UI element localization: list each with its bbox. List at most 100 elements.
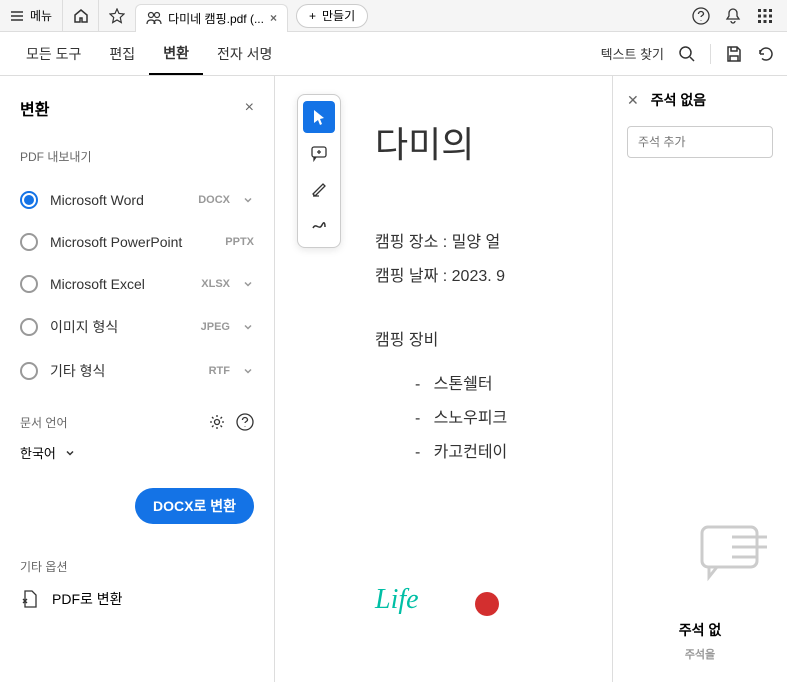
list-item: - 스노우피크 [375, 404, 592, 428]
gear-icon[interactable] [208, 413, 226, 431]
life-text: Life [375, 584, 419, 616]
notifications-button[interactable] [723, 6, 743, 26]
plus-icon: + [309, 9, 316, 23]
language-value: 한국어 [20, 443, 56, 462]
radio-word[interactable] [20, 191, 38, 209]
search-icon[interactable] [678, 45, 696, 63]
close-panel-button[interactable]: × [245, 99, 254, 117]
chevron-down-icon[interactable] [242, 194, 254, 206]
radio-image[interactable] [20, 318, 38, 336]
comments-panel: ✕ 주석 없음 주석 없 주석을 [612, 76, 787, 682]
pdf-convert-button[interactable]: PDF로 변환 [20, 589, 254, 609]
comment-icon [310, 144, 328, 162]
highlighter-icon [310, 180, 328, 198]
star-button[interactable] [99, 0, 135, 31]
comment-illustration [697, 522, 777, 582]
radio-other[interactable] [20, 362, 38, 380]
menu-button[interactable]: 메뉴 [0, 0, 63, 31]
select-tool[interactable] [303, 101, 335, 133]
document-tab[interactable]: 다미네 캠핑.pdf (... × [135, 4, 288, 32]
format-image[interactable]: 이미지 형식 JPEG [20, 305, 254, 349]
format-ext: RTF [209, 365, 230, 377]
draw-tool[interactable] [303, 209, 335, 241]
tab-edit[interactable]: 편집 [95, 32, 149, 75]
format-name: 기타 형식 [50, 361, 197, 381]
shared-icon [146, 11, 162, 25]
divider [710, 44, 711, 64]
save-icon[interactable] [725, 45, 743, 63]
format-word[interactable]: Microsoft Word DOCX [20, 179, 254, 221]
bell-icon [724, 7, 742, 25]
format-other[interactable]: 기타 형식 RTF [20, 349, 254, 393]
grid-icon [757, 8, 773, 24]
tooltabs-right: 텍스트 찾기 [601, 44, 775, 64]
export-label: PDF 내보내기 [20, 148, 254, 165]
format-excel[interactable]: Microsoft Excel XLSX [20, 263, 254, 305]
menu-label: 메뉴 [30, 7, 52, 24]
doc-place: 캠핑 장소 : 밀양 얼 [375, 228, 592, 252]
format-name: Microsoft Excel [50, 276, 189, 292]
highlight-tool[interactable] [303, 173, 335, 205]
create-label: 만들기 [322, 7, 355, 24]
cursor-icon [310, 108, 328, 126]
language-label: 문서 언어 [20, 414, 68, 431]
draw-icon [310, 216, 328, 234]
language-header: 문서 언어 [20, 413, 254, 431]
radio-excel[interactable] [20, 275, 38, 293]
pdf-icon [20, 589, 40, 609]
add-comment-input[interactable] [627, 126, 773, 158]
format-name: 이미지 형식 [50, 317, 189, 337]
chevron-down-icon[interactable] [242, 278, 254, 290]
home-button[interactable] [63, 0, 99, 31]
tab-title: 다미네 캠핑.pdf (... [168, 10, 264, 27]
comments-empty-title: 주석 없 [613, 620, 787, 640]
panel-header: 변환 × [20, 96, 254, 120]
format-ext: JPEG [201, 321, 230, 333]
list-item: - 스톤쉘터 [375, 370, 592, 394]
comments-empty: 주석 없 주석을 [613, 620, 787, 662]
hamburger-icon [10, 9, 24, 23]
search-text-button[interactable]: 텍스트 찾기 [601, 44, 664, 63]
format-powerpoint[interactable]: Microsoft PowerPoint PPTX [20, 221, 254, 263]
format-list: Microsoft Word DOCX Microsoft PowerPoint… [20, 179, 254, 393]
format-name: Microsoft PowerPoint [50, 234, 213, 250]
apps-button[interactable] [755, 6, 775, 26]
tool-tabs: 모든 도구 편집 변환 전자 서명 텍스트 찾기 [0, 32, 787, 76]
chevron-down-icon [64, 447, 76, 459]
help-icon [692, 7, 710, 25]
tab-sign[interactable]: 전자 서명 [203, 32, 286, 75]
format-ext: XLSX [201, 278, 230, 290]
tab-all-tools[interactable]: 모든 도구 [12, 32, 95, 75]
refresh-icon[interactable] [757, 45, 775, 63]
tab-convert[interactable]: 변환 [149, 32, 203, 75]
language-section: 문서 언어 한국어 [20, 413, 254, 462]
chevron-down-icon[interactable] [242, 321, 254, 333]
doc-list: - 스톤쉘터 - 스노우피크 - 카고컨테이 [375, 370, 592, 462]
close-comments-button[interactable]: ✕ [627, 92, 639, 109]
help-button[interactable] [691, 6, 711, 26]
comments-title: 주석 없음 [651, 90, 706, 110]
doc-title: 다미의 [375, 116, 592, 168]
language-selector[interactable]: 한국어 [20, 443, 254, 462]
comment-tool[interactable] [303, 137, 335, 169]
radio-powerpoint[interactable] [20, 233, 38, 251]
comments-empty-sub: 주석을 [613, 646, 787, 662]
chevron-down-icon[interactable] [242, 365, 254, 377]
star-icon [109, 8, 125, 24]
convert-panel: 변환 × PDF 내보내기 Microsoft Word DOCX Micros… [0, 76, 275, 682]
other-label: 기타 옵션 [20, 558, 254, 575]
help-icon[interactable] [236, 413, 254, 431]
tab-close-button[interactable]: × [270, 11, 277, 25]
create-button[interactable]: + 만들기 [296, 4, 368, 28]
other-section: 기타 옵션 PDF로 변환 [20, 558, 254, 609]
stamp-icon [475, 592, 499, 616]
convert-button[interactable]: DOCX로 변환 [135, 488, 254, 524]
doc-date: 캠핑 날짜 : 2023. 9 [375, 262, 592, 286]
pdf-convert-label: PDF로 변환 [52, 589, 123, 609]
home-icon [73, 8, 89, 24]
comments-header: ✕ 주석 없음 [627, 90, 773, 110]
list-item: - 카고컨테이 [375, 438, 592, 462]
main: 변환 × PDF 내보내기 Microsoft Word DOCX Micros… [0, 76, 787, 682]
doc-equip-label: 캠핑 장비 [375, 326, 592, 350]
topbar-right [691, 6, 787, 26]
